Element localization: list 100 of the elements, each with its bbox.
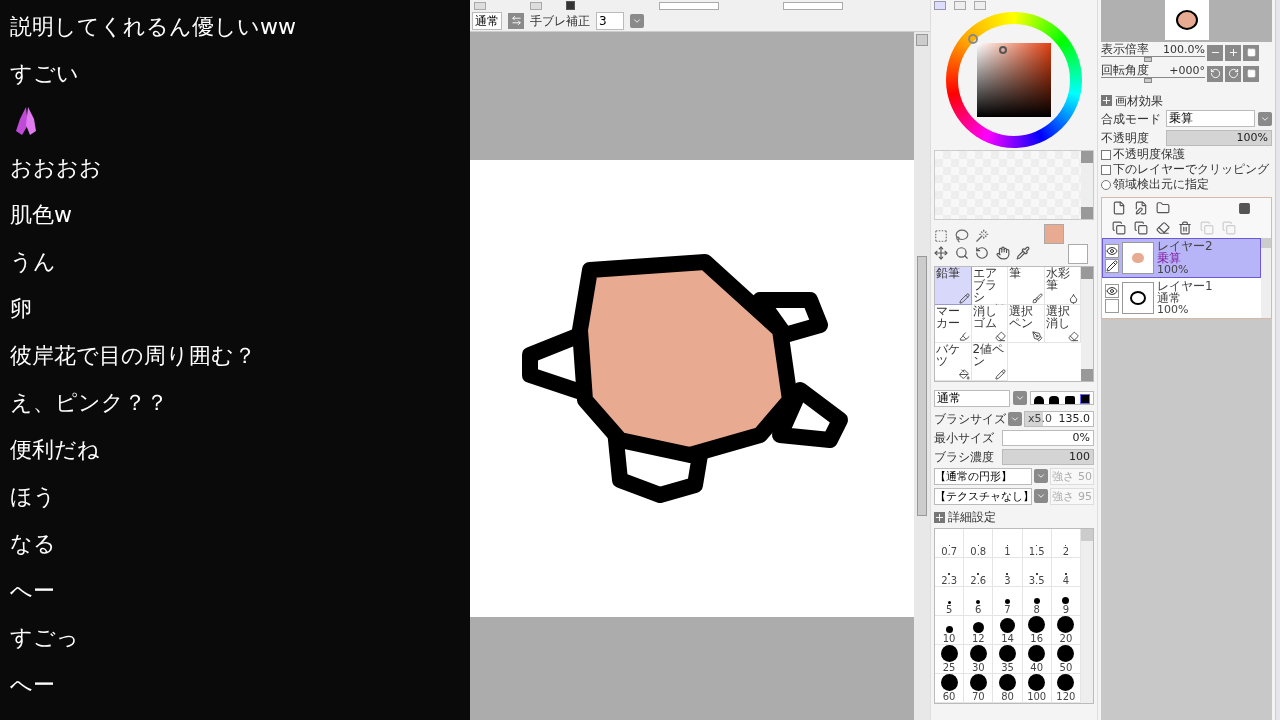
blend-mode-dropdown[interactable] — [1258, 111, 1272, 126]
angle-increase-button[interactable] — [1225, 65, 1241, 82]
brush-size-preset[interactable]: 25 — [935, 645, 965, 674]
effects-label[interactable]: 画材効果 — [1115, 91, 1163, 110]
stabilizer-field[interactable]: 3 — [596, 11, 624, 30]
trash-icon[interactable] — [1178, 221, 1192, 235]
layer-item[interactable]: レイヤー2 乗算 100% — [1102, 238, 1261, 278]
scrollbar[interactable] — [1081, 267, 1093, 381]
tool-button[interactable]: 消しゴム — [971, 305, 1008, 343]
layer-item[interactable]: レイヤー1 通常 100% — [1102, 278, 1261, 318]
brush-size-preset[interactable]: 3.5 — [1022, 558, 1052, 587]
new-layer-icon[interactable] — [1112, 201, 1126, 215]
zoom-decrease-button[interactable] — [1207, 44, 1223, 61]
brush-size-preset[interactable]: 1.5 — [1022, 529, 1052, 558]
zoom-field[interactable] — [659, 2, 719, 10]
slider-thumb[interactable] — [1144, 57, 1153, 62]
new-vector-layer-icon[interactable] — [1134, 201, 1148, 215]
clear-layer-icon[interactable] — [1156, 221, 1170, 235]
merge-layer-icon[interactable] — [1134, 221, 1148, 235]
color-wheel-tab[interactable] — [934, 1, 946, 10]
brush-size-preset[interactable]: 2.6 — [964, 558, 994, 587]
zoom-icon[interactable] — [954, 245, 969, 260]
angle-field[interactable] — [783, 2, 843, 10]
tool-button[interactable]: エアブラシ — [971, 267, 1008, 305]
checkbox[interactable] — [566, 1, 575, 10]
angle-reset-button[interactable] — [1243, 65, 1259, 82]
texture-dropdown[interactable] — [1034, 489, 1048, 503]
brush-shape-selector[interactable] — [1030, 391, 1094, 405]
toolbar-button[interactable] — [474, 2, 486, 10]
brush-size-preset[interactable]: 2.3 — [935, 558, 965, 587]
tool-button[interactable]: マーカー — [935, 305, 972, 343]
checkbox[interactable] — [1101, 149, 1111, 160]
shape-dropdown[interactable] — [1034, 469, 1048, 483]
hue-handle[interactable] — [968, 34, 978, 44]
brush-size-preset[interactable]: 70 — [964, 674, 994, 703]
lasso-icon[interactable] — [954, 228, 969, 243]
size-dropdown[interactable] — [1008, 411, 1022, 426]
expand-icon[interactable] — [934, 511, 945, 523]
expand-icon[interactable] — [1101, 95, 1112, 106]
folder-icon[interactable] — [1156, 201, 1170, 215]
palette-tab[interactable] — [954, 1, 966, 10]
brush-size-preset[interactable]: 16 — [1022, 616, 1052, 645]
background-color-swatch[interactable] — [1068, 244, 1088, 264]
scrollbar[interactable] — [1261, 238, 1271, 318]
brush-size-preset[interactable]: 30 — [964, 645, 994, 674]
brush-size-slider[interactable]: x5.0 135.0 — [1024, 410, 1094, 427]
eye-icon[interactable] — [1105, 243, 1119, 258]
brush-size-preset[interactable]: 12 — [964, 616, 994, 645]
eye-icon[interactable] — [1105, 283, 1119, 298]
brush-size-preset[interactable]: 3 — [993, 558, 1023, 587]
mask-icon[interactable] — [1238, 201, 1251, 215]
brush-size-preset[interactable]: 7 — [993, 587, 1023, 616]
tool-button[interactable]: 水彩筆 — [1044, 267, 1081, 305]
brush-size-preset[interactable]: 40 — [1022, 645, 1052, 674]
copy-layer-icon[interactable] — [1112, 221, 1126, 235]
brush-size-preset[interactable]: 8 — [1022, 587, 1052, 616]
brush-size-preset[interactable]: 1 — [993, 529, 1023, 558]
brush-size-preset[interactable]: 5 — [935, 587, 965, 616]
hand-icon[interactable] — [995, 245, 1010, 260]
brush-size-preset[interactable]: 6 — [964, 587, 994, 616]
eyedropper-icon[interactable] — [1016, 245, 1031, 260]
pencil-icon[interactable] — [1105, 258, 1119, 273]
shape-field[interactable]: 【通常の円形】 — [934, 467, 1032, 485]
angle-decrease-button[interactable] — [1207, 65, 1223, 82]
brush-size-preset[interactable]: 80 — [993, 674, 1023, 703]
move-icon[interactable] — [934, 245, 948, 260]
brush-size-preset[interactable]: 0.8 — [964, 529, 994, 558]
opacity-slider[interactable]: 100% — [1166, 129, 1272, 146]
zoom-reset-button[interactable] — [1243, 44, 1259, 61]
tool-button[interactable]: バケツ — [935, 343, 972, 381]
brush-density-slider[interactable]: 100 — [1002, 448, 1094, 465]
tool-button[interactable]: 鉛筆 — [935, 267, 972, 305]
swap-button[interactable] — [508, 12, 524, 29]
advanced-settings-label[interactable]: 詳細設定 — [948, 508, 996, 526]
rotate-icon[interactable] — [975, 245, 990, 260]
magic-wand-icon[interactable] — [975, 228, 990, 243]
scrollbar[interactable] — [1081, 151, 1093, 219]
brush-size-preset[interactable]: 100 — [1022, 674, 1052, 703]
color-square[interactable] — [977, 43, 1051, 117]
stabilizer-dropdown[interactable] — [630, 13, 644, 28]
blend-mode-field[interactable]: 乗算 — [1166, 110, 1255, 127]
scrollbar[interactable] — [914, 32, 930, 720]
slider-thumb[interactable] — [1144, 78, 1153, 83]
tool-button[interactable]: 筆 — [1008, 267, 1045, 305]
selection-tool-icon[interactable] — [934, 228, 948, 243]
tool-button[interactable]: 2値ペン — [971, 343, 1008, 381]
radio-button[interactable] — [1101, 179, 1111, 190]
toolbar-button[interactable] — [530, 2, 542, 10]
foreground-color-swatch[interactable] — [1044, 224, 1064, 244]
tool-button[interactable]: 選択ペン — [1008, 305, 1045, 343]
blend-mode-field[interactable]: 通常 — [472, 11, 502, 30]
color-picker-handle[interactable] — [999, 46, 1007, 54]
blend-dropdown[interactable] — [1013, 391, 1027, 405]
brush-size-preset[interactable]: 35 — [993, 645, 1023, 674]
brush-size-preset[interactable]: 0.7 — [935, 529, 965, 558]
texture-field[interactable]: 【テクスチャなし】 — [934, 487, 1032, 505]
brush-size-preset[interactable]: 60 — [935, 674, 965, 703]
brush-size-preset[interactable]: 10 — [935, 616, 965, 645]
palette-tab[interactable] — [974, 1, 986, 10]
brush-size-preset[interactable]: 14 — [993, 616, 1023, 645]
